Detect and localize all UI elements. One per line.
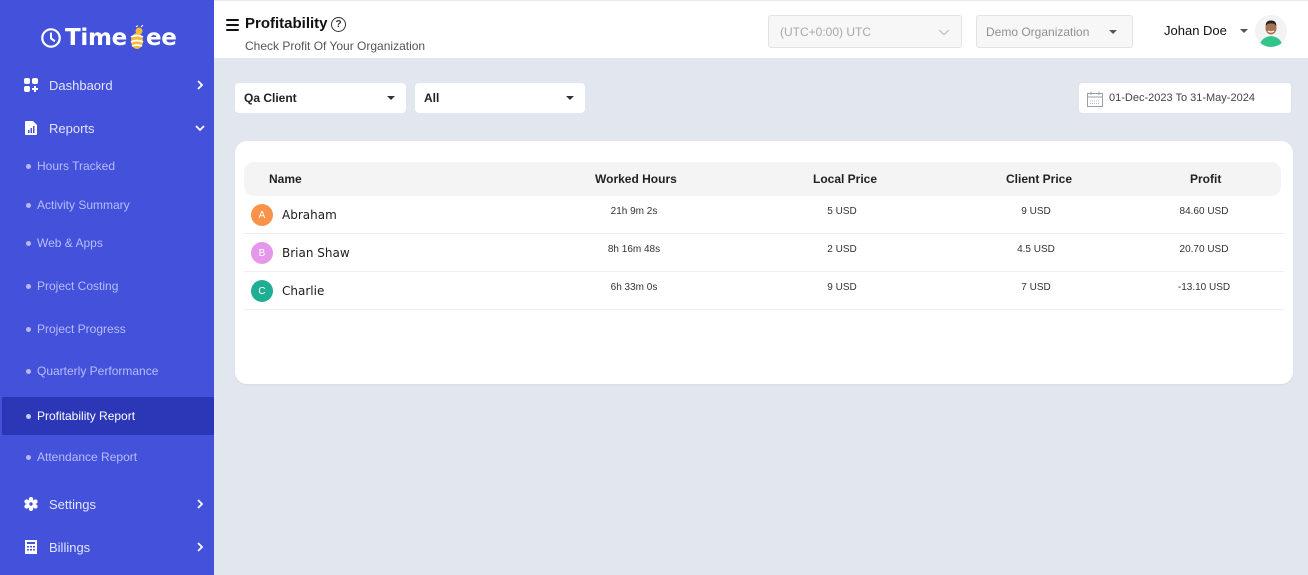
employee-name: Charlie [282, 284, 325, 298]
bullet-icon [26, 454, 31, 460]
sidebar-item-label: Reports [49, 120, 95, 136]
column-header-name: Name [269, 172, 302, 186]
client-filter-value: Qa Client [244, 91, 297, 105]
worked-hours: 8h 16m 48s [607, 244, 661, 255]
hamburger-menu-icon[interactable] [226, 19, 239, 31]
column-header-client-price: Client Price [1006, 172, 1073, 186]
chevron-down-icon [938, 29, 950, 36]
worked-hours: 6h 33m 0s [610, 282, 658, 293]
table-row[interactable]: C Charlie 6h 33m 0s 9 USD 7 USD -13.10 U… [244, 272, 1284, 310]
sidebar-subitem-quarterly-performance[interactable]: Quarterly Performance [0, 352, 214, 390]
employee-cell[interactable]: A Abraham [251, 204, 337, 226]
table-row[interactable]: A Abraham 21h 9m 2s 5 USD 9 USD 84.60 US… [244, 196, 1284, 234]
employee-cell[interactable]: C Charlie [251, 280, 324, 302]
sidebar-subitem-web-apps[interactable]: Web & Apps [0, 224, 214, 262]
clock-icon [41, 28, 61, 48]
user-avatar[interactable] [1255, 15, 1287, 47]
help-icon[interactable]: ? [331, 17, 346, 32]
sidebar-item-billings[interactable]: Billings [0, 529, 214, 565]
sidebar-subitem-label: Hours Tracked [37, 159, 116, 173]
chevron-down-icon [195, 125, 205, 132]
user-menu-caret-icon[interactable] [1240, 29, 1248, 33]
avatar-initial: A [251, 204, 273, 226]
bullet-icon [26, 240, 31, 246]
gear-icon [23, 496, 39, 512]
sidebar-subitem-label: Project Costing [37, 279, 119, 293]
organization-value: Demo Organization [986, 24, 1090, 39]
worked-hours: 21h 9m 2s [610, 206, 658, 217]
bullet-icon [26, 413, 31, 419]
top-header: Profitability ? Check Profit Of Your Org… [214, 0, 1308, 58]
date-range-value: 01-Dec-2023 To 31-May-2024 [1109, 92, 1255, 104]
avatar-initial: B [251, 242, 273, 264]
bullet-icon [26, 283, 31, 289]
employee-cell[interactable]: B Brian Shaw [251, 242, 350, 264]
client-price: 7 USD [1021, 282, 1051, 293]
bullet-icon [26, 163, 31, 169]
chevron-right-icon [197, 80, 204, 90]
report-icon [23, 120, 39, 136]
sidebar-subitem-label: Profitability Report [37, 409, 136, 423]
sidebar-subitem-attendance-report[interactable]: Attendance Report [0, 438, 214, 476]
sidebar-item-label: Settings [49, 496, 96, 512]
sidebar-subitem-label: Attendance Report [37, 450, 138, 464]
employee-name: Brian Shaw [282, 246, 350, 260]
timebee-logo[interactable]: Time ee [40, 18, 177, 58]
avatar-initial: C [251, 280, 273, 302]
scope-filter-value: All [424, 91, 440, 105]
table-header: Name Worked Hours Local Price Client Pri… [244, 162, 1281, 196]
caret-down-icon [566, 96, 574, 100]
sidebar-subitem-label: Web & Apps [37, 236, 103, 250]
sidebar-item-dashboard[interactable]: Dashbaord [0, 67, 214, 103]
column-header-worked-hours: Worked Hours [595, 172, 677, 186]
sidebar-subitem-label: Quarterly Performance [37, 364, 159, 378]
profitability-table-card: Name Worked Hours Local Price Client Pri… [235, 141, 1293, 384]
organization-select[interactable]: Demo Organization [976, 15, 1133, 48]
sidebar: Time ee Dashbaord Reports Hours Tracked … [0, 0, 214, 575]
timezone-value: (UTC+0:00) UTC [780, 24, 872, 39]
local-price: 5 USD [827, 206, 857, 217]
sidebar-subitem-project-costing[interactable]: Project Costing [0, 267, 214, 305]
column-header-local-price: Local Price [813, 172, 878, 186]
client-price: 9 USD [1021, 206, 1051, 217]
bullet-icon [26, 202, 31, 208]
profit: 20.70 USD [1179, 244, 1229, 255]
page-subtitle: Check Profit Of Your Organization [245, 39, 426, 53]
scope-filter-select[interactable]: All [415, 83, 585, 113]
profit: -13.10 USD [1177, 282, 1231, 293]
sidebar-subitem-label: Activity Summary [37, 198, 130, 212]
user-name[interactable]: Johan Doe [1164, 23, 1227, 38]
sidebar-subitem-activity-summary[interactable]: Activity Summary [0, 186, 214, 224]
page-title: Profitability [245, 15, 328, 32]
bullet-icon [26, 326, 31, 332]
sidebar-item-label: Billings [49, 539, 91, 555]
employee-name: Abraham [282, 208, 337, 222]
bullet-icon [26, 368, 31, 374]
sidebar-item-settings[interactable]: Settings [0, 486, 214, 522]
table-row[interactable]: B Brian Shaw 8h 16m 48s 2 USD 4.5 USD 20… [244, 234, 1284, 272]
billing-icon [23, 539, 39, 555]
sidebar-subitem-profitability-report[interactable]: Profitability Report [2, 397, 214, 435]
client-price: 4.5 USD [1017, 244, 1055, 255]
local-price: 2 USD [827, 244, 857, 255]
chevron-right-icon [197, 542, 204, 552]
column-header-profit: Profit [1190, 172, 1222, 186]
client-filter-select[interactable]: Qa Client [235, 83, 406, 113]
sidebar-item-reports[interactable]: Reports [0, 110, 214, 146]
dashboard-icon [23, 77, 39, 93]
caret-down-icon [1109, 30, 1117, 34]
profit: 84.60 USD [1179, 206, 1229, 217]
sidebar-subitem-project-progress[interactable]: Project Progress [0, 310, 214, 348]
local-price: 9 USD [827, 282, 857, 293]
bee-icon [130, 25, 144, 49]
timezone-select[interactable]: (UTC+0:00) UTC [768, 15, 962, 48]
caret-down-icon [387, 96, 395, 100]
sidebar-subitem-hours-tracked[interactable]: Hours Tracked [0, 147, 214, 185]
calendar-icon [1087, 91, 1103, 107]
chevron-right-icon [197, 499, 204, 509]
date-range-picker[interactable]: 01-Dec-2023 To 31-May-2024 [1078, 82, 1292, 114]
sidebar-item-label: Dashbaord [49, 77, 113, 93]
sidebar-subitem-label: Project Progress [37, 322, 126, 336]
